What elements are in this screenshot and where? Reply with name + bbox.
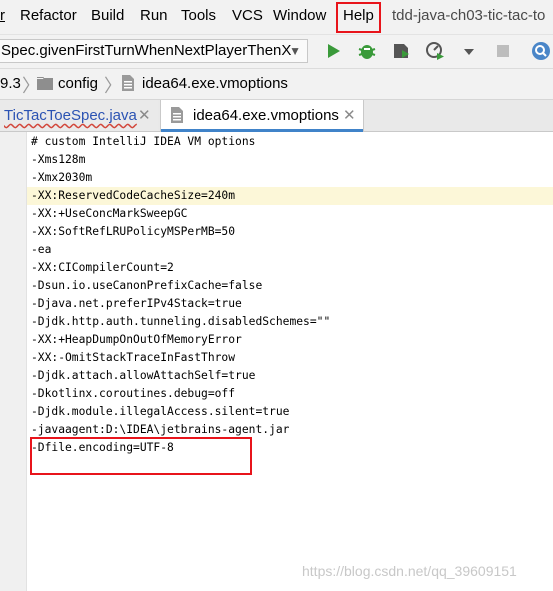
coverage-icon[interactable]	[390, 40, 412, 62]
project-title: tdd-java-ch03-tic-tac-to	[392, 7, 546, 24]
chevron-right-icon: 〉	[104, 76, 122, 96]
editor-gutter	[0, 132, 27, 591]
code-line: -XX:ReservedCodeCacheSize=240m	[31, 189, 236, 202]
tab-label: TicTacToeSpec.java	[4, 107, 137, 124]
breadcrumb-item-config[interactable]: config	[58, 75, 98, 92]
breadcrumb: 9.3 〉 config 〉 idea64.exe.vmoptions	[0, 69, 553, 100]
code-line: -Djdk.module.illegalAccess.silent=true	[31, 405, 290, 418]
breadcrumb-item-file[interactable]: idea64.exe.vmoptions	[142, 75, 288, 92]
tab-tictactoespec[interactable]: TicTacToeSpec.java ✕	[0, 100, 158, 131]
menu-window[interactable]: Window	[273, 7, 326, 24]
code-line: -XX:CICompilerCount=2	[31, 261, 174, 274]
file-icon	[171, 107, 183, 123]
run-icon[interactable]	[322, 40, 344, 62]
editor-tabs: TicTacToeSpec.java ✕ idea64.exe.vmoption…	[0, 100, 553, 132]
code-line: -Dsun.io.useCanonPrefixCache=false	[31, 279, 263, 292]
code-line: -XX:-OmitStackTraceInFastThrow	[31, 351, 236, 364]
tab-vmoptions[interactable]: idea64.exe.vmoptions ✕	[160, 100, 364, 132]
folder-icon	[37, 77, 53, 90]
code-line: # custom IntelliJ IDEA VM options	[31, 135, 256, 148]
menu-tools[interactable]: Tools	[181, 7, 216, 24]
debug-icon[interactable]	[356, 40, 378, 62]
menu-run[interactable]: Run	[140, 7, 168, 24]
profile-icon[interactable]	[424, 40, 446, 62]
code-line: -ea	[31, 243, 52, 256]
help-highlight-box	[336, 2, 381, 33]
code-line: -Djava.net.preferIPv4Stack=true	[31, 297, 242, 310]
code-line: -Dkotlinx.coroutines.debug=off	[31, 387, 236, 400]
menu-build[interactable]: Build	[91, 7, 124, 24]
breadcrumb-item-version[interactable]: 9.3	[0, 75, 21, 92]
menu-bar: r Refactor Build Run Tools VCS Window He…	[0, 0, 553, 35]
code-editor[interactable]: # custom IntelliJ IDEA VM options -Xms12…	[27, 132, 553, 591]
search-icon[interactable]	[530, 40, 552, 62]
close-icon[interactable]: ✕	[138, 100, 151, 131]
added-line-highlight-box	[30, 437, 252, 475]
code-line: -XX:SoftRefLRUPolicyMSPerMB=50	[31, 225, 236, 238]
close-icon[interactable]: ✕	[343, 100, 356, 131]
file-icon	[122, 75, 134, 91]
code-line: -XX:+UseConcMarkSweepGC	[31, 207, 188, 220]
tab-label: idea64.exe.vmoptions	[193, 107, 339, 124]
dropdown-icon[interactable]	[458, 40, 480, 62]
stop-icon[interactable]	[492, 40, 514, 62]
run-config-select[interactable]: Spec.givenFirstTurnWhenNextPlayerThenX ▼	[0, 39, 308, 63]
code-line: -Xmx2030m	[31, 171, 93, 184]
watermark: https://blog.csdn.net/qq_39609151	[302, 563, 517, 579]
menu-refactor[interactable]: Refactor	[20, 7, 77, 24]
code-line: -Xms128m	[31, 153, 86, 166]
chevron-down-icon: ▼	[289, 44, 301, 58]
menu-vcs[interactable]: VCS	[232, 7, 263, 24]
code-line: -XX:+HeapDumpOnOutOfMemoryError	[31, 333, 242, 346]
run-toolbar: Spec.givenFirstTurnWhenNextPlayerThenX ▼	[0, 35, 553, 69]
menu-item-partial[interactable]: r	[0, 7, 5, 24]
code-line: -Djdk.attach.allowAttachSelf=true	[31, 369, 256, 382]
run-config-label: Spec.givenFirstTurnWhenNextPlayerThenX	[1, 42, 292, 59]
code-line: -Djdk.http.auth.tunneling.disabledScheme…	[31, 315, 331, 328]
